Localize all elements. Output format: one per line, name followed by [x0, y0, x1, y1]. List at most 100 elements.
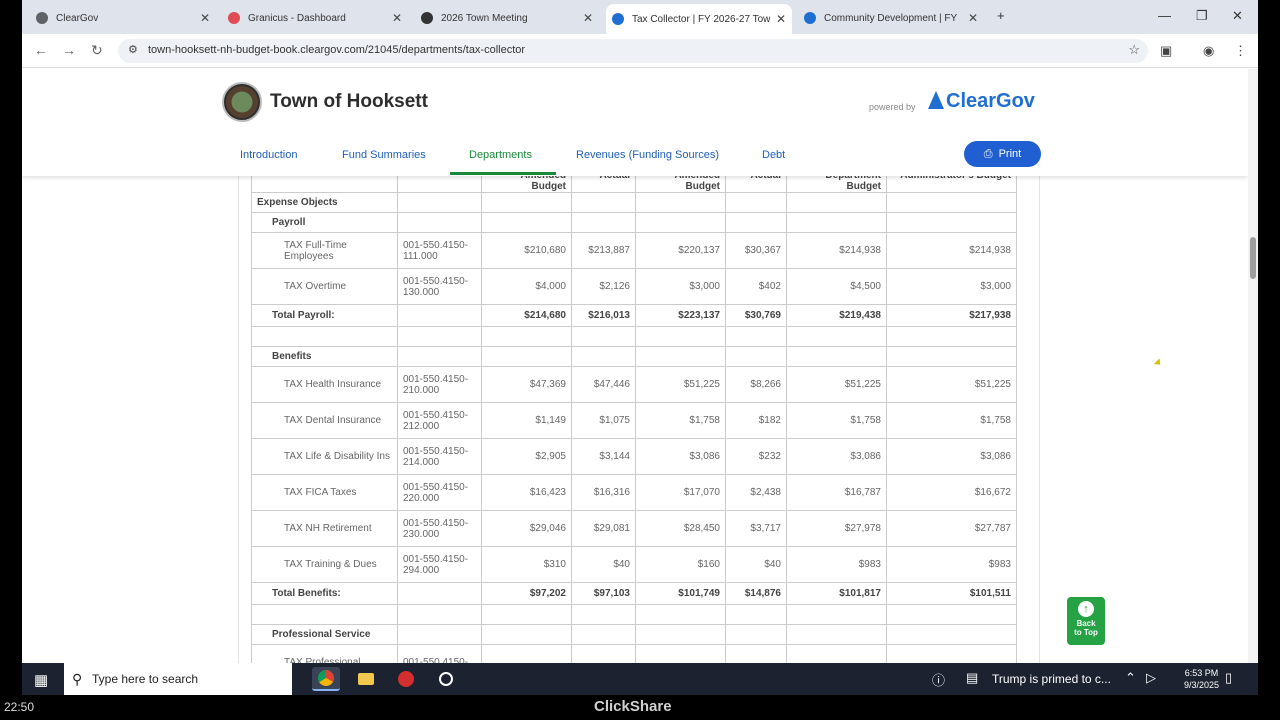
back-to-top-button[interactable]: ↑ Back to Top	[1067, 597, 1105, 645]
line-item-row: TAX Life & Disability Ins 001-550.4150-21…	[251, 438, 1017, 475]
amount-cell: $160	[635, 546, 726, 583]
browser-tab[interactable]: Tax Collector | FY 2026-27 Town ✕	[606, 4, 792, 34]
back-icon[interactable]: ←	[34, 42, 48, 58]
tab-label: ClearGov	[56, 12, 99, 24]
table-cell	[725, 192, 787, 213]
section-row: Benefits	[251, 346, 1017, 367]
total-amount-cell: $217,938	[886, 304, 1017, 327]
nav-introduction[interactable]: Introduction	[240, 149, 297, 161]
scrollbar-thumb[interactable]	[1250, 237, 1256, 279]
taskbar-search-box[interactable]: ⚲ Type here to search	[64, 663, 292, 695]
amount-cell: $51,225	[786, 366, 887, 403]
browser-tab[interactable]: ClearGov ✕	[30, 5, 216, 31]
nav-revenues[interactable]: Revenues (Funding Sources)	[576, 149, 719, 161]
town-name[interactable]: Town of Hooksett	[270, 91, 428, 113]
tab-favicon-icon	[36, 12, 48, 24]
amount-cell: $3,000	[886, 268, 1017, 305]
table-cell	[635, 326, 726, 347]
table-cell	[481, 346, 572, 367]
bookmark-star-icon[interactable]: ☆	[1128, 42, 1140, 58]
amount-cell: $214,938	[886, 232, 1017, 269]
table-cell	[725, 326, 787, 347]
news-ticker-text[interactable]: Trump is primed to c...	[992, 672, 1111, 686]
town-seal-logo[interactable]	[222, 82, 262, 122]
browser-tab[interactable]: 2026 Town Meeting ✕	[415, 5, 599, 31]
line-item-row: TAX Professional 001-550.4150-	[251, 644, 1017, 663]
forward-icon[interactable]: →	[62, 42, 76, 58]
table-cell	[571, 192, 636, 213]
nav-debt[interactable]: Debt	[762, 149, 785, 161]
amount-cell: $47,369	[481, 366, 572, 403]
table-cell	[786, 212, 887, 233]
tab-label: Granicus - Dashboard	[248, 12, 346, 24]
account-number: 001-550.4150-294.000	[397, 546, 482, 583]
total-amount-cell: $101,511	[886, 582, 1017, 605]
profile-icon[interactable]: ◉	[1203, 43, 1214, 59]
line-item-name: TAX NH Retirement	[251, 510, 398, 547]
table-cell	[571, 346, 636, 367]
address-bar[interactable]: ⚙ town-hooksett-nh-budget-book.cleargov.…	[118, 39, 1148, 63]
site-info-icon[interactable]: ⚙	[128, 43, 138, 56]
taskbar-clock[interactable]: 6:53 PM 9/3/2025	[1184, 667, 1219, 691]
table-cell	[481, 624, 572, 645]
tab-favicon-icon	[804, 12, 816, 24]
total-amount-cell: $97,103	[571, 582, 636, 605]
url-text[interactable]: town-hooksett-nh-budget-book.cleargov.co…	[148, 44, 525, 56]
section-row: Payroll	[251, 212, 1017, 233]
news-widget-icon[interactable]: ▤	[966, 670, 978, 686]
cortana-taskbar-icon[interactable]	[432, 667, 460, 691]
table-cell	[886, 604, 1017, 625]
tab-close-icon[interactable]: ✕	[392, 11, 402, 25]
table-cell	[786, 604, 887, 625]
clickshare-bar: 22:50 ClickShare	[0, 695, 1280, 720]
help-icon[interactable]: ⓘ	[932, 670, 945, 689]
address-toolbar: ← → ↻ ⚙ town-hooksett-nh-budget-book.cle…	[22, 34, 1258, 68]
amount-cell: $182	[725, 402, 787, 439]
browser-tab[interactable]: Community Development | FY ✕	[798, 5, 984, 31]
table-cell	[481, 326, 572, 347]
tab-close-icon[interactable]: ✕	[583, 11, 593, 25]
new-tab-button[interactable]: +	[997, 8, 1005, 23]
file-explorer-taskbar-icon[interactable]	[352, 667, 380, 691]
print-label: Print	[998, 148, 1022, 160]
tab-search-icon[interactable]: ▣	[1160, 43, 1172, 59]
amount-cell: $40	[571, 546, 636, 583]
mouse-cursor-icon	[1153, 358, 1164, 368]
amount-cell: $3,000	[635, 268, 726, 305]
windows-start-icon[interactable]: ▦	[34, 671, 48, 689]
total-label: Total Benefits:	[251, 582, 398, 605]
cleargov-logo-text[interactable]: ClearGov	[946, 90, 1035, 113]
tab-close-icon[interactable]: ✕	[968, 11, 978, 25]
table-cell	[397, 212, 482, 233]
close-window-icon[interactable]: ✕	[1232, 8, 1243, 24]
amount-cell: $232	[725, 438, 787, 475]
minimize-icon[interactable]: —	[1158, 8, 1171, 23]
network-icon[interactable]: ▷	[1146, 670, 1156, 686]
nav-fund-summaries[interactable]: Fund Summaries	[342, 149, 426, 161]
tab-close-icon[interactable]: ✕	[776, 12, 786, 26]
amount-cell: $4,000	[481, 268, 572, 305]
notification-center-icon[interactable]: ▯	[1225, 670, 1232, 686]
print-button[interactable]: ⎙ Print	[964, 141, 1041, 167]
acrobat-taskbar-icon[interactable]	[392, 667, 420, 691]
menu-icon[interactable]: ⋮	[1234, 43, 1247, 59]
page-scrollbar[interactable]	[1248, 69, 1258, 663]
amount-cell: $29,046	[481, 510, 572, 547]
line-item-name: TAX Training & Dues	[251, 546, 398, 583]
line-item-row: TAX Health Insurance 001-550.4150-210.000…	[251, 366, 1017, 403]
chrome-taskbar-icon[interactable]	[312, 667, 340, 691]
tab-close-icon[interactable]: ✕	[200, 11, 210, 25]
nav-departments[interactable]: Departments	[469, 149, 532, 161]
browser-tab[interactable]: Granicus - Dashboard ✕	[222, 5, 408, 31]
reload-icon[interactable]: ↻	[91, 42, 103, 59]
tray-chevron-icon[interactable]: ⌃	[1125, 670, 1136, 686]
table-cell	[725, 624, 787, 645]
restore-icon[interactable]: ❐	[1196, 8, 1208, 24]
table-cell	[571, 604, 636, 625]
amount-cell: $310	[481, 546, 572, 583]
active-nav-underline	[450, 172, 556, 175]
amount-cell: $1,758	[786, 402, 887, 439]
total-amount-cell: $97,202	[481, 582, 572, 605]
amount-cell: $2,438	[725, 474, 787, 511]
section-label: Expense Objects	[251, 192, 398, 213]
